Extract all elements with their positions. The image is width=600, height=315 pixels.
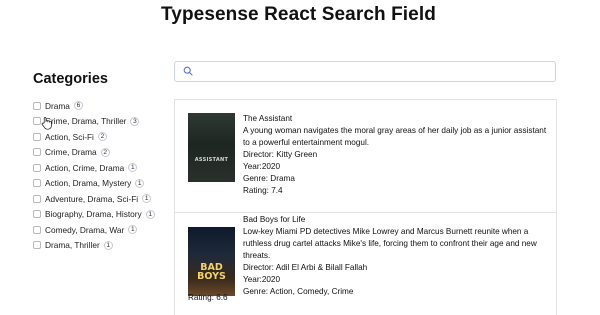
category-label: Adventure, Drama, Sci-Fi (45, 193, 139, 204)
category-item-action-crime-drama[interactable]: Action, Crime, Drama 1 (33, 160, 155, 176)
poster-title-text: BAD BOYS (197, 262, 226, 282)
result-rating: Rating: 6.6 (188, 293, 228, 302)
category-count-badge: 1 (142, 194, 152, 204)
result-item[interactable]: ASSISTANT The Assistant A young woman na… (175, 100, 556, 213)
result-director: Director: Adil El Arbi & Bilall Fallah (243, 263, 368, 272)
category-checkbox[interactable] (33, 225, 41, 234)
result-year: Year:2020 (243, 275, 281, 284)
category-label: Action, Sci-Fi (45, 131, 94, 142)
category-item-drama-thriller[interactable]: Drama, Thriller 1 (33, 238, 155, 254)
category-item-biography-drama-history[interactable]: Biography, Drama, History 1 (33, 207, 155, 223)
category-count-badge: 6 (73, 101, 83, 111)
category-count-badge: 2 (100, 147, 110, 157)
category-item-comedy-drama-war[interactable]: Comedy, Drama, War 1 (33, 222, 155, 238)
category-label: Action, Crime, Drama (45, 162, 125, 173)
category-label: Drama (45, 100, 70, 111)
category-item-action-drama-mystery[interactable]: Action, Drama, Mystery 1 (33, 176, 155, 192)
category-checkbox[interactable] (33, 210, 41, 219)
category-label: Crime, Drama, Thriller (45, 116, 127, 127)
category-count-badge: 1 (135, 178, 145, 188)
result-genre: Genre: Action, Comedy, Crime (243, 287, 354, 296)
category-checkbox[interactable] (33, 101, 41, 110)
category-item-action-sci-fi[interactable]: Action, Sci-Fi 2 (33, 129, 155, 145)
result-item[interactable]: BAD BOYS Bad Boys for Life Low-key Miami… (175, 213, 556, 315)
category-item-drama[interactable]: Drama 6 (33, 98, 155, 114)
category-count-badge: 2 (97, 132, 107, 142)
page-title: Typesense React Search Field (161, 4, 436, 25)
category-label: Biography, Drama, History (45, 209, 142, 220)
search-input[interactable] (197, 64, 551, 81)
category-label: Crime, Drama (45, 147, 97, 158)
category-count-badge: 1 (103, 240, 113, 250)
category-checkbox[interactable] (33, 132, 41, 141)
category-item-crime-drama[interactable]: Crime, Drama 2 (33, 145, 155, 161)
category-count-badge: 3 (130, 116, 140, 126)
category-count-badge: 1 (128, 163, 138, 173)
result-year: Year:2020 (243, 162, 281, 171)
movie-poster-image: BAD BOYS (188, 227, 235, 296)
result-rating: Rating: 7.4 (243, 186, 283, 195)
result-details: Bad Boys for Life Low-key Miami PD detec… (243, 213, 548, 298)
result-director: Director: Kitty Green (243, 150, 318, 159)
result-details: The Assistant A young woman navigates th… (243, 113, 548, 197)
search-icon (183, 66, 193, 76)
result-title: The Assistant (243, 114, 293, 123)
category-checkbox[interactable] (33, 148, 41, 157)
category-checkbox[interactable] (33, 194, 41, 203)
category-item-adventure-drama-sci-fi[interactable]: Adventure, Drama, Sci-Fi 1 (33, 191, 155, 207)
poster-title-text: ASSISTANT (194, 157, 229, 163)
category-label: Comedy, Drama, War (45, 224, 125, 235)
results-list: ASSISTANT The Assistant A young woman na… (174, 99, 557, 315)
categories-heading: Categories (33, 71, 108, 87)
category-label: Action, Drama, Mystery (45, 178, 132, 189)
result-description: Low-key Miami PD detectives Mike Lowrey … (243, 227, 537, 260)
category-checkbox[interactable] (33, 163, 41, 172)
mouse-pointer-icon (41, 117, 52, 130)
category-checkbox[interactable] (33, 117, 41, 126)
search-box[interactable] (174, 61, 556, 82)
result-description: A young woman navigates the moral gray a… (243, 126, 547, 147)
result-title: Bad Boys for Life (243, 215, 306, 224)
movie-poster-image: ASSISTANT (188, 113, 235, 182)
category-checkbox[interactable] (33, 179, 41, 188)
category-label: Drama, Thriller (45, 240, 100, 251)
category-count-badge: 1 (145, 209, 155, 219)
category-checkbox[interactable] (33, 241, 41, 250)
result-genre: Genre: Drama (243, 174, 295, 183)
category-count-badge: 1 (128, 225, 138, 235)
